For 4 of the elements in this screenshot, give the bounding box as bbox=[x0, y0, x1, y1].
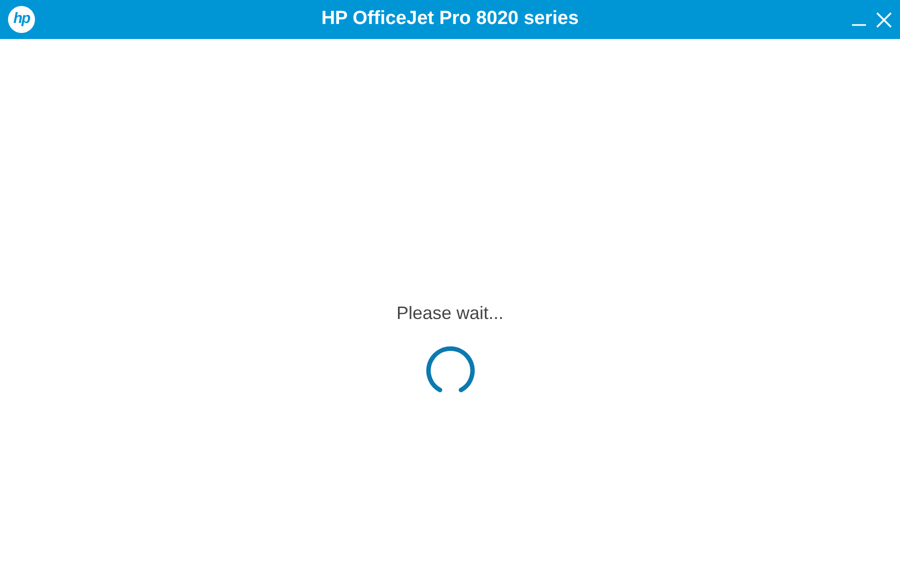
close-icon[interactable] bbox=[876, 12, 892, 28]
window-title: HP OfficeJet Pro 8020 series bbox=[321, 7, 579, 32]
status-message: Please wait... bbox=[396, 302, 504, 325]
logo: hp bbox=[8, 6, 35, 33]
